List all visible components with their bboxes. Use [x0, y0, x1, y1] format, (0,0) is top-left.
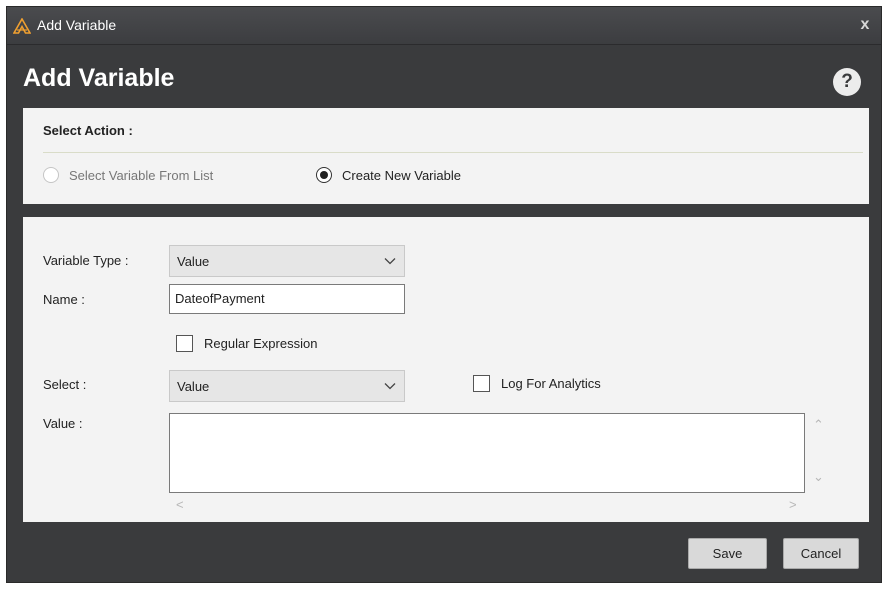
scroll-left-icon[interactable]: <: [176, 497, 184, 512]
radio-create-new-variable[interactable]: Create New Variable: [316, 165, 461, 185]
value-source-select[interactable]: Value: [169, 370, 405, 402]
checkbox[interactable]: [473, 375, 490, 392]
variable-form-panel: Variable Type : Value Name : DateofPayme…: [23, 217, 869, 522]
select-value: Value: [177, 254, 210, 269]
title-bar: Add Variable x: [7, 7, 881, 45]
close-icon[interactable]: x: [855, 14, 875, 36]
radio-label: Create New Variable: [342, 167, 461, 183]
variable-type-select[interactable]: Value: [169, 245, 405, 277]
checkbox[interactable]: [176, 335, 193, 352]
select-label: Select :: [43, 377, 87, 392]
page-title: Add Variable: [23, 64, 175, 92]
scroll-down-icon[interactable]: ⌄: [813, 469, 824, 485]
scroll-right-icon[interactable]: >: [789, 497, 797, 512]
chevron-down-icon: [384, 258, 396, 265]
checkbox-label: Log For Analytics: [501, 376, 601, 391]
name-input[interactable]: DateofPayment: [169, 284, 405, 314]
select-action-label: Select Action :: [43, 123, 133, 138]
log-for-analytics-checkbox[interactable]: Log For Analytics: [473, 375, 601, 392]
name-label: Name :: [43, 292, 85, 307]
add-variable-dialog: Add Variable x Add Variable ? Select Act…: [6, 6, 882, 583]
radio-label: Select Variable From List: [69, 167, 214, 183]
divider: [43, 152, 863, 153]
window-title: Add Variable: [37, 17, 117, 33]
radio-button[interactable]: [43, 167, 59, 183]
select-action-panel: Select Action : Select Variable From Lis…: [23, 108, 869, 204]
cancel-button[interactable]: Cancel: [783, 538, 859, 569]
app-logo-icon: [13, 18, 31, 34]
radio-button[interactable]: [316, 167, 332, 183]
variable-type-label: Variable Type :: [43, 253, 129, 268]
save-button[interactable]: Save: [688, 538, 767, 569]
checkbox-label: Regular Expression: [204, 336, 318, 351]
radio-select-variable-from-list[interactable]: Select Variable From List: [43, 165, 213, 185]
select-value: Value: [177, 379, 210, 394]
value-textarea[interactable]: [169, 413, 805, 493]
chevron-down-icon: [384, 383, 396, 390]
scroll-up-icon[interactable]: ⌃: [813, 417, 824, 433]
regular-expression-checkbox[interactable]: Regular Expression: [176, 335, 317, 352]
help-icon[interactable]: ?: [833, 68, 861, 96]
value-label: Value :: [43, 416, 83, 431]
